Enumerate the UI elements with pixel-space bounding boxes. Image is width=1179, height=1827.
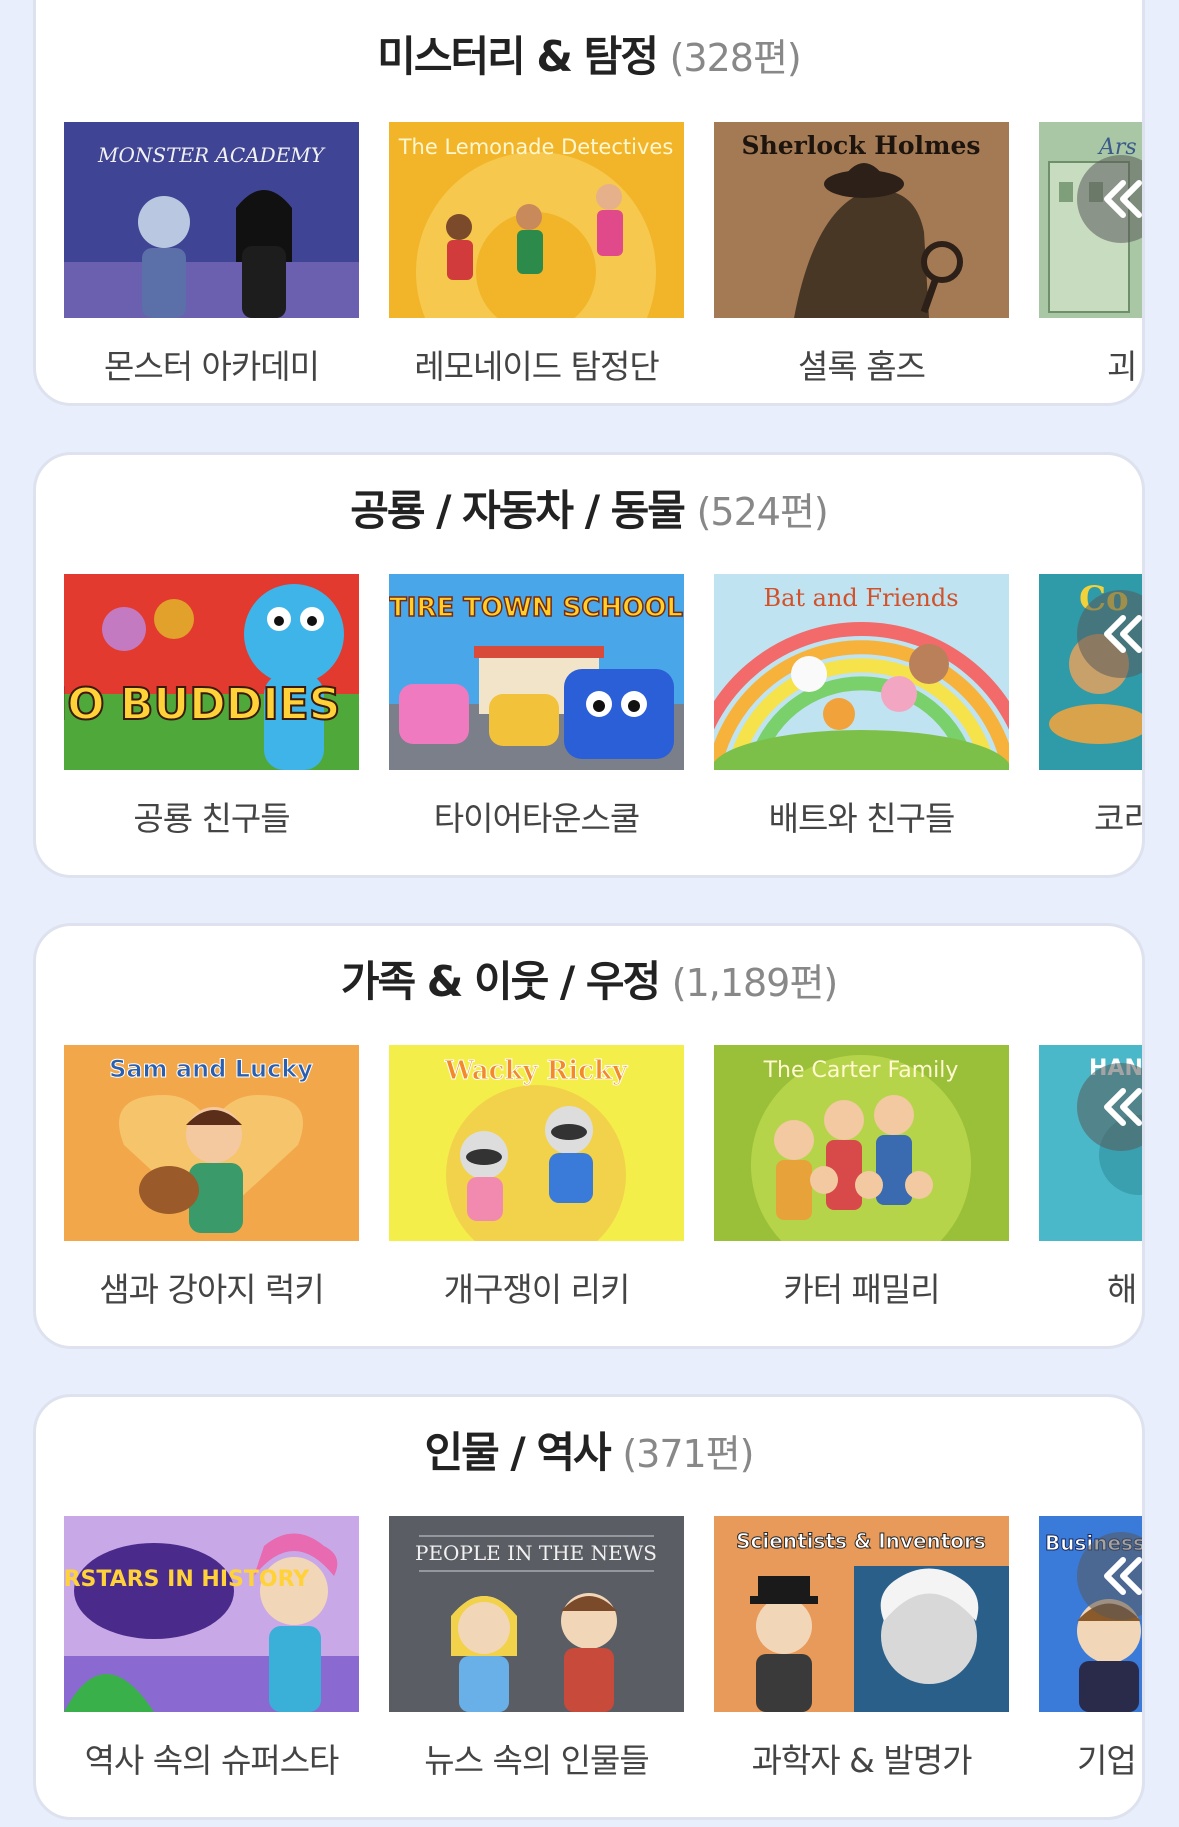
thumbnail-title: SUPERSTARS IN HISTORY [64, 1567, 310, 1592]
series-label: 개구쟁이 리키 [443, 1270, 631, 1305]
series-thumbnail[interactable]: TIRE TOWN SCHOOL [389, 574, 684, 770]
thumbnail-image: Bat and Friends [714, 574, 1009, 770]
carousel-row: Sam and Lucky 샘과 강아지 럭키 Wacky Ricky 개구쟁이… [64, 1045, 1142, 1305]
series-card[interactable]: MONSTER ACADEMY 몬스터 아카데미 [64, 122, 359, 382]
carousel-row: MONSTER ACADEMY 몬스터 아카데미 The Lemonade De… [64, 122, 1142, 382]
section-title-text: 공룡 / 자동차 / 동물 [350, 486, 686, 535]
series-thumbnail[interactable]: PEOPLE IN THE NEWS [389, 1516, 684, 1712]
section-count: (328편) [669, 36, 802, 80]
series-label: 기업 [1077, 1741, 1137, 1776]
thumbnail-title: Bat and Friends [763, 584, 958, 612]
double-chevron-left-icon [1104, 1557, 1142, 1595]
section-family-neighbor-friendship: 가족 & 이웃 / 우정 (1,189편) Sam and Lucky 샘과 강… [33, 923, 1145, 1349]
thumbnail-image: PEOPLE IN THE NEWS [389, 1516, 684, 1712]
section-title-text: 미스터리 & 탐정 [377, 32, 659, 81]
thumbnail-title: Sam and Lucky [109, 1055, 313, 1083]
thumbnail-title: TIRE TOWN SCHOOL [389, 593, 683, 623]
thumbnail-title: The Lemonade Detectives [398, 135, 674, 159]
series-thumbnail[interactable]: Sam and Lucky [64, 1045, 359, 1241]
section-title: 공룡 / 자동차 / 동물 (524편) [36, 477, 1142, 538]
series-card[interactable]: TIRE TOWN SCHOOL 타이어타운스쿨 [389, 574, 684, 834]
section-title-text: 인물 / 역사 [424, 1428, 612, 1477]
double-chevron-left-icon [1104, 180, 1142, 218]
series-label: 역사 속의 슈퍼스타 [84, 1741, 340, 1776]
thumbnail-image: Wacky Ricky [389, 1045, 684, 1241]
series-thumbnail[interactable]: The Lemonade Detectives [389, 122, 684, 318]
series-label: 레모네이드 탐정단 [414, 347, 659, 382]
carousel-row: SUPERSTARS IN HISTORY 역사 속의 슈퍼스타 [64, 1516, 1142, 1776]
thumbnail-image: The Carter Family [714, 1045, 1009, 1241]
series-card[interactable]: PEOPLE IN THE NEWS 뉴스 속의 인물들 [389, 1516, 684, 1776]
series-label: 몬스터 아카데미 [103, 347, 320, 382]
series-label: 뉴스 속의 인물들 [424, 1741, 650, 1776]
series-thumbnail[interactable]: Wacky Ricky [389, 1045, 684, 1241]
series-card[interactable]: Bat and Friends 배트와 친구들 [714, 574, 1009, 834]
thumbnail-title: PEOPLE IN THE NEWS [415, 1541, 657, 1565]
thumbnail-title: DINO BUDDIES [64, 679, 340, 730]
series-label: 카터 패밀리 [783, 1270, 940, 1305]
thumbnail-title: Wacky Ricky [444, 1056, 628, 1086]
thumbnail-title: Scientists & Inventors [736, 1529, 986, 1553]
thumbnail-image: SUPERSTARS IN HISTORY [64, 1516, 359, 1712]
thumbnail-image: TIRE TOWN SCHOOL [389, 574, 684, 770]
series-card[interactable]: SUPERSTARS IN HISTORY 역사 속의 슈퍼스타 [64, 1516, 359, 1776]
section-dinosaur-car-animal: 공룡 / 자동차 / 동물 (524편) DINO BUDDIES [33, 452, 1145, 878]
series-card[interactable]: The Carter Family 카터 패밀리 [714, 1045, 1009, 1305]
series-thumbnail[interactable]: Bat and Friends [714, 574, 1009, 770]
double-chevron-left-icon [1104, 615, 1142, 653]
thumbnail-image: Sherlock Holmes [714, 122, 1009, 318]
thumbnail-image: Scientists & Inventors [714, 1516, 1009, 1712]
series-label: 배트와 친구들 [768, 799, 956, 834]
series-label: 샘과 강아지 럭키 [99, 1270, 325, 1305]
series-label: 타이어타운스쿨 [433, 799, 641, 834]
section-title: 가족 & 이웃 / 우정 (1,189편) [36, 948, 1142, 1009]
series-card[interactable]: DINO BUDDIES 공룡 친구들 [64, 574, 359, 834]
section-count: (1,189편) [671, 961, 838, 1005]
section-title: 인물 / 역사 (371편) [36, 1419, 1142, 1480]
series-label: 코리 [1094, 799, 1142, 834]
series-label: 과학자 & 발명가 [751, 1741, 973, 1776]
section-title-text: 가족 & 이웃 / 우정 [340, 957, 661, 1006]
series-thumbnail[interactable]: Scientists & Inventors [714, 1516, 1009, 1712]
series-thumbnail[interactable]: DINO BUDDIES [64, 574, 359, 770]
series-thumbnail[interactable]: MONSTER ACADEMY [64, 122, 359, 318]
series-card[interactable]: Sam and Lucky 샘과 강아지 럭키 [64, 1045, 359, 1305]
section-mystery-detective: 미스터리 & 탐정 (328편) MONSTER ACADEMY 몬스터 아카데… [33, 0, 1145, 406]
series-card[interactable]: The Lemonade Detectives 레모네이드 탐정단 [389, 122, 684, 382]
series-label: 괴 [1107, 347, 1137, 382]
series-card[interactable]: Scientists & Inventors 과학자 & 발명가 [714, 1516, 1009, 1776]
series-thumbnail[interactable]: SUPERSTARS IN HISTORY [64, 1516, 359, 1712]
double-chevron-left-icon [1104, 1088, 1142, 1126]
thumbnail-title: The Carter Family [763, 1058, 959, 1083]
series-thumbnail[interactable]: Sherlock Holmes [714, 122, 1009, 318]
series-label: 공룡 친구들 [133, 799, 290, 834]
series-label: 셜록 홈즈 [798, 347, 926, 382]
thumbnail-image: DINO BUDDIES [64, 574, 359, 770]
series-card[interactable]: Sherlock Holmes 셜록 홈즈 [714, 122, 1009, 382]
thumbnail-title: Sherlock Holmes [742, 131, 981, 160]
series-card[interactable]: Wacky Ricky 개구쟁이 리키 [389, 1045, 684, 1305]
section-people-history: 인물 / 역사 (371편) SUPERSTARS IN HISTORY 역사 … [33, 1394, 1145, 1820]
thumbnail-image: Sam and Lucky [64, 1045, 359, 1241]
series-label: 해 [1107, 1270, 1137, 1305]
section-title: 미스터리 & 탐정 (328편) [36, 23, 1142, 84]
thumbnail-title: MONSTER ACADEMY [97, 143, 326, 167]
thumbnail-image: The Lemonade Detectives [389, 122, 684, 318]
section-count: (524편) [696, 490, 829, 534]
carousel-row: DINO BUDDIES 공룡 친구들 T [64, 574, 1142, 834]
thumbnail-image: MONSTER ACADEMY [64, 122, 359, 318]
series-thumbnail[interactable]: The Carter Family [714, 1045, 1009, 1241]
section-count: (371편) [622, 1432, 754, 1476]
